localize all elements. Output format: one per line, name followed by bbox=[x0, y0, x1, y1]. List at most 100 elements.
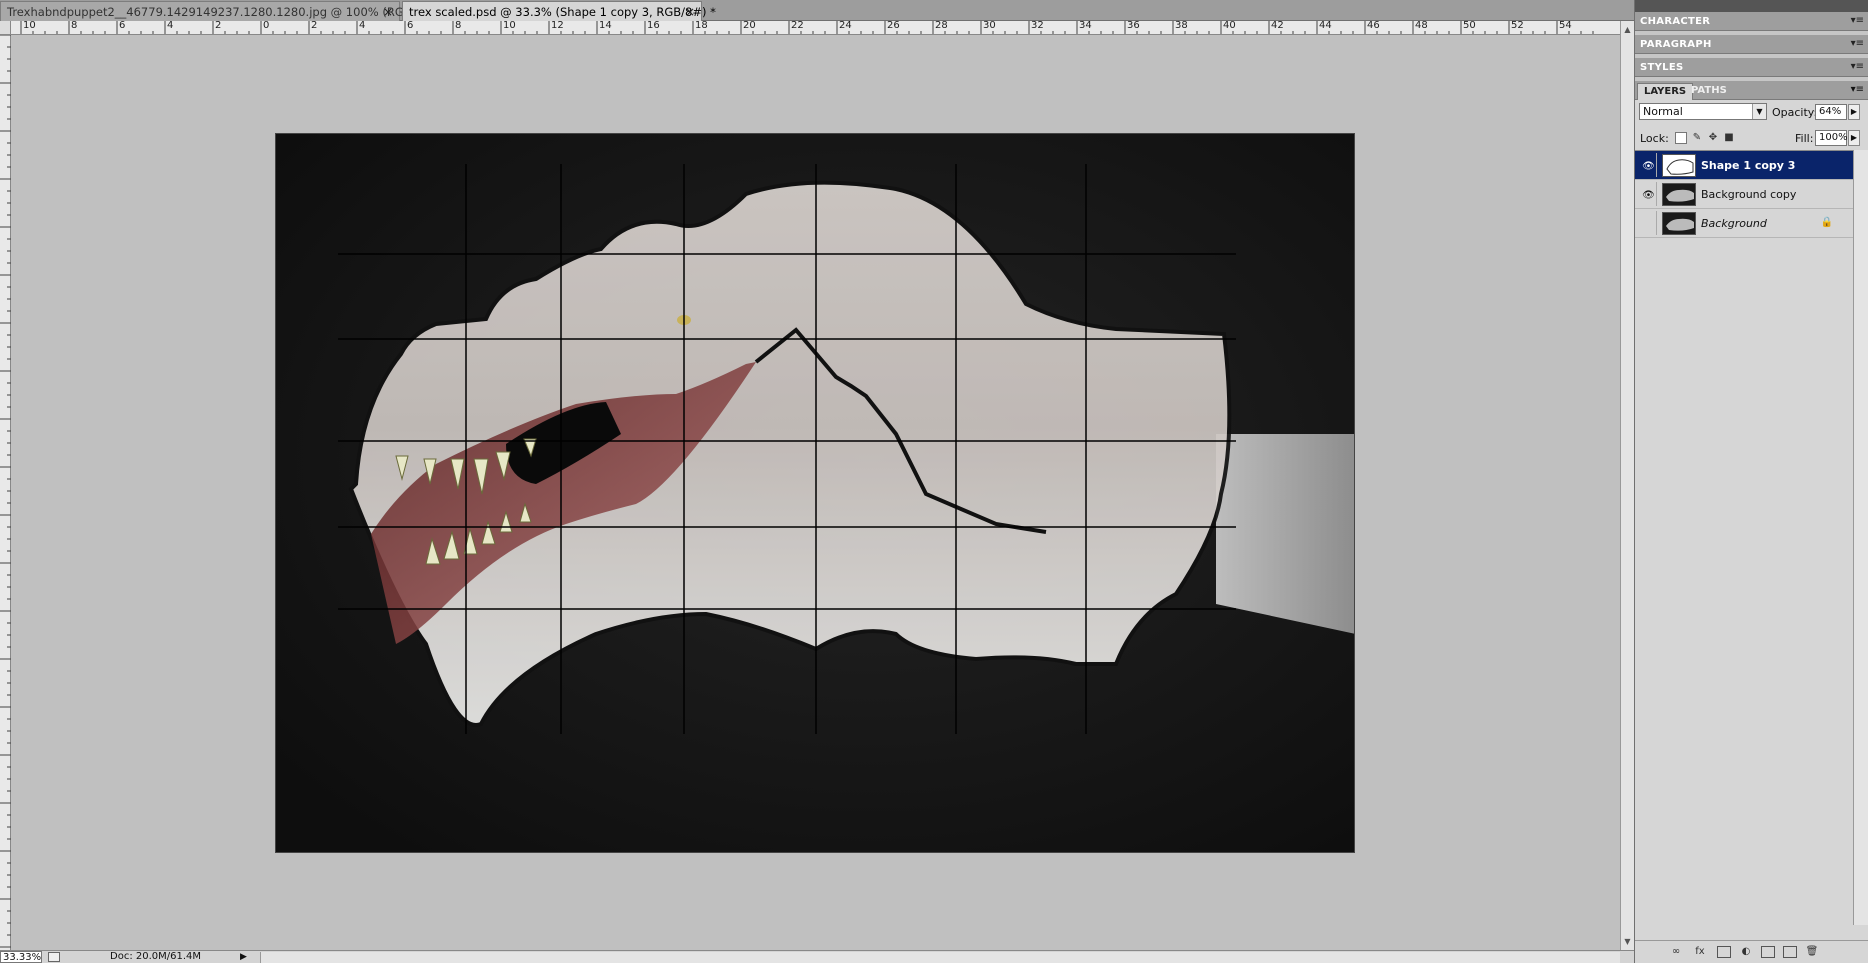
ruler-label: 2 bbox=[311, 21, 318, 31]
lock-position-icon[interactable]: ✥ bbox=[1707, 132, 1719, 144]
ruler-label: 40 bbox=[1223, 21, 1236, 31]
tab-trex-scaled[interactable]: trex scaled.psd @ 33.3% (Shape 1 copy 3,… bbox=[402, 1, 716, 22]
eye-icon: 👁 bbox=[1642, 161, 1655, 172]
scroll-up-icon[interactable]: ▲ bbox=[1621, 23, 1634, 36]
ruler-label: 10 bbox=[503, 21, 516, 31]
tab-label: trex scaled.psd @ 33.3% (Shape 1 copy 3,… bbox=[409, 5, 716, 19]
styles-panel-header[interactable]: STYLES ▾≡ bbox=[1635, 58, 1868, 77]
layers-panel-footer: ∞ fx ◐ 🗑 bbox=[1635, 940, 1868, 963]
document-canvas[interactable] bbox=[275, 133, 1355, 853]
trex-artwork bbox=[276, 134, 1354, 852]
layer-name: Shape 1 copy 3 bbox=[1701, 159, 1796, 172]
canvas-vertical-scrollbar[interactable]: ▲ ▼ bbox=[1620, 21, 1634, 950]
visibility-toggle[interactable]: 👁 bbox=[1637, 153, 1657, 177]
panel-dock-header[interactable] bbox=[1635, 0, 1868, 12]
layer-background-copy[interactable]: 👁 Background copy bbox=[1635, 180, 1853, 209]
ruler-label: 26 bbox=[887, 21, 900, 31]
tab-label: Trexhabndpuppet2__46779.1429149237.1280.… bbox=[7, 5, 437, 19]
add-mask-icon[interactable] bbox=[1717, 946, 1731, 958]
document-size-info: Doc: 20.0M/61.4M bbox=[110, 951, 202, 962]
ruler-label: 20 bbox=[743, 21, 756, 31]
ruler-label: 34 bbox=[1079, 21, 1092, 31]
ruler-label: 42 bbox=[1271, 21, 1284, 31]
ruler-label: 52 bbox=[1511, 21, 1524, 31]
fill-field[interactable]: 100% bbox=[1815, 130, 1848, 146]
panel-menu-icon[interactable]: ▾≡ bbox=[1851, 38, 1864, 49]
ruler-label: 16 bbox=[647, 21, 660, 31]
fill-label: Fill: bbox=[1795, 132, 1814, 145]
paragraph-panel-title: PARAGRAPH bbox=[1640, 39, 1712, 50]
ruler-label: 30 bbox=[983, 21, 996, 31]
opacity-slider-arrow-icon[interactable]: ▶ bbox=[1848, 104, 1860, 120]
ruler-label: 4 bbox=[167, 21, 174, 31]
zoom-level-field[interactable]: 33.33% bbox=[0, 951, 42, 963]
new-group-icon[interactable] bbox=[1761, 946, 1775, 958]
ruler-top[interactable]: 10 8 6 4 2 0 2 4 6 8 10 12 14 16 18 20 22 24 26 28 30 32 34 36 3… bbox=[11, 21, 1620, 35]
panel-menu-icon[interactable]: ▾≡ bbox=[1851, 84, 1864, 95]
blend-opacity-row: Normal ▼ Opacity: 64% ▶ bbox=[1635, 100, 1868, 126]
layer-thumbnail bbox=[1662, 154, 1696, 177]
adjustment-layer-icon[interactable]: ◐ bbox=[1739, 946, 1753, 958]
trex-thumbnail-icon bbox=[1666, 189, 1694, 202]
ruler-corner[interactable] bbox=[0, 21, 11, 35]
opacity-field[interactable]: 64% bbox=[1815, 104, 1847, 120]
ruler-left-ticks bbox=[0, 34, 11, 948]
layer-shape-1-copy-3[interactable]: 👁 Shape 1 copy 3 bbox=[1635, 151, 1853, 180]
tab-paths[interactable]: PATHS bbox=[1685, 83, 1733, 100]
fill-slider-arrow-icon[interactable]: ▶ bbox=[1848, 130, 1860, 146]
ruler-label: 36 bbox=[1127, 21, 1140, 31]
status-info-icon[interactable] bbox=[48, 952, 60, 962]
character-panel-header[interactable]: CHARACTER ▾≡ bbox=[1635, 12, 1868, 31]
ruler-label: 12 bbox=[551, 21, 564, 31]
delete-layer-icon[interactable]: 🗑 bbox=[1805, 946, 1819, 958]
ruler-label: 48 bbox=[1415, 21, 1428, 31]
ruler-label: 8 bbox=[71, 21, 78, 31]
close-icon[interactable]: × bbox=[685, 2, 695, 22]
link-layers-icon[interactable]: ∞ bbox=[1669, 946, 1683, 958]
lock-all-icon[interactable]: ■ bbox=[1723, 132, 1735, 144]
layer-name: Background bbox=[1701, 217, 1767, 230]
styles-panel-title: STYLES bbox=[1640, 62, 1684, 73]
ruler-label: 14 bbox=[599, 21, 612, 31]
canvas-horizontal-scrollbar[interactable] bbox=[260, 952, 1620, 963]
panel-menu-icon[interactable]: ▾≡ bbox=[1851, 61, 1864, 72]
ruler-label: 38 bbox=[1175, 21, 1188, 31]
blend-mode-value: Normal bbox=[1643, 105, 1683, 118]
lock-image-pixels-icon[interactable]: ✎ bbox=[1691, 132, 1703, 144]
blend-mode-select[interactable]: Normal ▼ bbox=[1639, 103, 1767, 120]
ruler-label: 28 bbox=[935, 21, 948, 31]
ruler-label: 18 bbox=[695, 21, 708, 31]
ruler-label: 50 bbox=[1463, 21, 1476, 31]
status-menu-arrow-icon[interactable]: ▶ bbox=[240, 951, 247, 963]
chevron-down-icon[interactable]: ▼ bbox=[1752, 104, 1766, 119]
panel-menu-icon[interactable]: ▾≡ bbox=[1851, 15, 1864, 26]
ruler-label: 6 bbox=[119, 21, 126, 31]
eye-icon: 👁 bbox=[1642, 190, 1655, 201]
ruler-label: 32 bbox=[1031, 21, 1044, 31]
ruler-label: 24 bbox=[839, 21, 852, 31]
visibility-toggle[interactable]: 👁 bbox=[1637, 182, 1657, 206]
lock-fill-row: Lock: ✎ ✥ ■ Fill: 100% ▶ bbox=[1635, 126, 1868, 152]
lock-label: Lock: bbox=[1640, 132, 1669, 145]
visibility-toggle[interactable] bbox=[1637, 211, 1657, 235]
document-tab-bar: Trexhabndpuppet2__46779.1429149237.1280.… bbox=[0, 0, 1634, 21]
layer-style-icon[interactable]: fx bbox=[1693, 946, 1707, 958]
scroll-down-icon[interactable]: ▼ bbox=[1621, 935, 1634, 948]
ruler-label: 8 bbox=[455, 21, 462, 31]
layers-panel-tabs: LAYERS PATHS ▾≡ bbox=[1635, 81, 1868, 100]
layers-scrollbar[interactable] bbox=[1853, 150, 1868, 925]
layer-thumbnail bbox=[1662, 183, 1696, 206]
ruler-label: 0 bbox=[263, 21, 270, 31]
ruler-label: 2 bbox=[215, 21, 222, 31]
layer-background[interactable]: Background 🔒 bbox=[1635, 209, 1853, 238]
close-icon[interactable]: × bbox=[383, 2, 393, 22]
new-layer-icon[interactable] bbox=[1783, 946, 1797, 958]
paragraph-panel-header[interactable]: PARAGRAPH ▾≡ bbox=[1635, 35, 1868, 54]
layer-thumbnail bbox=[1662, 212, 1696, 235]
lock-transparent-pixels-icon[interactable] bbox=[1675, 132, 1687, 144]
opacity-label: Opacity: bbox=[1772, 106, 1818, 119]
ruler-label: 6 bbox=[407, 21, 414, 31]
ruler-left[interactable] bbox=[0, 34, 11, 950]
tab-trexhabndpuppet[interactable]: Trexhabndpuppet2__46779.1429149237.1280.… bbox=[0, 1, 437, 22]
status-bar: 33.33% Doc: 20.0M/61.4M ▶ bbox=[0, 950, 1634, 963]
